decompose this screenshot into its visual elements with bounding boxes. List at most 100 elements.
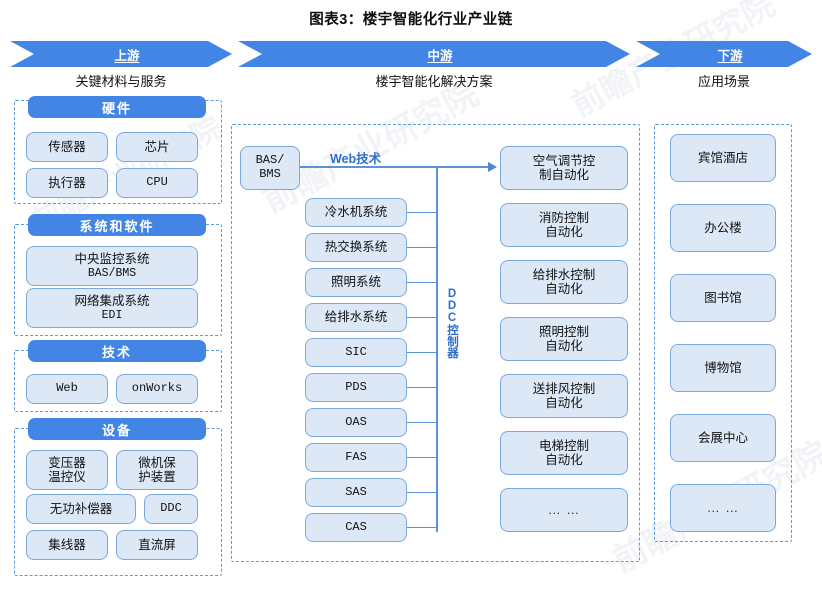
bus-vertical-ddc xyxy=(436,166,439,532)
output-label-line1: 给排水控制 xyxy=(532,267,596,282)
item-label: 图书馆 xyxy=(704,290,742,305)
connector-stub xyxy=(404,387,437,389)
upstream-item[interactable]: 网络集成系统 EDI xyxy=(26,288,198,328)
item-sublabel: 温控仪 xyxy=(48,470,86,484)
upstream-item[interactable]: 变压器 温控仪 xyxy=(26,450,108,490)
subsystem-label: OAS xyxy=(345,414,367,429)
output-label-line1: 空气调节控 xyxy=(532,153,596,168)
subsystem-label: 热交换系统 xyxy=(324,240,388,255)
stage-desc-downstream: 应用场景 xyxy=(697,73,750,89)
subsystem-label: 照明系统 xyxy=(330,275,381,290)
item-label: 执行器 xyxy=(48,175,86,190)
connector-stub xyxy=(404,457,437,459)
upstream-item[interactable]: 集线器 xyxy=(26,530,108,560)
upstream-item[interactable]: CPU xyxy=(116,168,198,198)
upstream-group-header-hardware: 硬件 xyxy=(28,96,206,118)
midstream-output[interactable]: 给排水控制 自动化 xyxy=(500,260,628,304)
item-label: onWorks xyxy=(131,381,183,396)
midstream-subsystem[interactable]: SIC xyxy=(305,338,407,367)
midstream-output[interactable]: 消防控制 自动化 xyxy=(500,203,628,247)
output-label-line2: 自动化 xyxy=(545,225,583,239)
output-label-line1: … … xyxy=(547,501,581,517)
output-label-line2: 自动化 xyxy=(545,453,583,467)
item-label: … … xyxy=(706,499,740,515)
subsystem-label: FAS xyxy=(345,449,367,464)
upstream-item[interactable]: onWorks xyxy=(116,374,198,404)
connector-stub xyxy=(404,492,437,494)
upstream-item[interactable]: 无功补偿器 xyxy=(26,494,136,524)
item-label: DDC xyxy=(160,501,182,516)
subsystem-label: 冷水机系统 xyxy=(324,205,388,220)
midstream-output[interactable]: 电梯控制 自动化 xyxy=(500,431,628,475)
upstream-item[interactable]: 执行器 xyxy=(26,168,108,198)
midstream-output[interactable]: 照明控制 自动化 xyxy=(500,317,628,361)
upstream-item[interactable]: 直流屏 xyxy=(116,530,198,560)
item-label: 传感器 xyxy=(48,139,86,154)
downstream-item[interactable]: 会展中心 xyxy=(670,414,776,462)
upstream-group-header-technology: 技术 xyxy=(28,340,206,362)
midstream-subsystem[interactable]: SAS xyxy=(305,478,407,507)
midstream-subsystem[interactable]: CAS xyxy=(305,513,407,542)
item-label: 芯片 xyxy=(144,139,170,154)
upstream-item[interactable]: 芯片 xyxy=(116,132,198,162)
stage-chevron-midstream[interactable]: 中游 xyxy=(238,41,630,67)
stage-label-upstream: 上游 xyxy=(114,48,140,63)
upstream-item[interactable]: 微机保 护装置 xyxy=(116,450,198,490)
downstream-item[interactable]: 图书馆 xyxy=(670,274,776,322)
connector-stub xyxy=(404,212,437,214)
downstream-item[interactable]: 博物馆 xyxy=(670,344,776,392)
midstream-subsystem[interactable]: 照明系统 xyxy=(305,268,407,297)
stage-chevron-upstream[interactable]: 上游 xyxy=(10,41,232,67)
output-label-line1: 电梯控制 xyxy=(538,438,589,453)
midstream-subsystem[interactable]: FAS xyxy=(305,443,407,472)
downstream-item-more[interactable]: … … xyxy=(670,484,776,532)
connector-stub xyxy=(404,527,437,529)
stage-chevron-downstream[interactable]: 下游 xyxy=(636,41,812,67)
downstream-item[interactable]: 宾馆酒店 xyxy=(670,134,776,182)
midstream-subsystem[interactable]: 热交换系统 xyxy=(305,233,407,262)
stage-desc-midstream: 楼宇智能化解决方案 xyxy=(375,73,493,89)
upstream-item[interactable]: Web xyxy=(26,374,108,404)
midstream-source-bas-bms[interactable]: BAS/ BMS xyxy=(240,146,300,190)
output-label-line2: 制自动化 xyxy=(538,168,589,182)
stage-desc-upstream: 关键材料与服务 xyxy=(75,73,167,89)
upstream-item[interactable]: 传感器 xyxy=(26,132,108,162)
bus-arrowhead-icon xyxy=(488,162,497,172)
item-label: 网络集成系统 xyxy=(74,294,150,309)
item-label: 微机保 xyxy=(138,455,176,470)
output-label-line2: 自动化 xyxy=(545,396,583,410)
item-label: 无功补偿器 xyxy=(49,501,113,516)
subsystem-label: PDS xyxy=(345,379,367,394)
connector-stub xyxy=(404,247,437,249)
subsystem-label: SAS xyxy=(345,484,367,499)
item-label: 宾馆酒店 xyxy=(697,150,748,165)
midstream-subsystem[interactable]: 冷水机系统 xyxy=(305,198,407,227)
downstream-item[interactable]: 办公楼 xyxy=(670,204,776,252)
connector-stub xyxy=(404,317,437,319)
output-label-line1: 消防控制 xyxy=(538,210,589,225)
upstream-item[interactable]: DDC xyxy=(144,494,198,524)
source-label-line2: BMS xyxy=(259,167,281,181)
midstream-subsystem[interactable]: OAS xyxy=(305,408,407,437)
subsystem-label: CAS xyxy=(345,519,367,534)
midstream-subsystem[interactable]: 给排水系统 xyxy=(305,303,407,332)
midstream-output[interactable]: 空气调节控 制自动化 xyxy=(500,146,628,190)
midstream-output[interactable]: 送排风控制 自动化 xyxy=(500,374,628,418)
connector-stub xyxy=(404,352,437,354)
item-label: 变压器 xyxy=(48,455,86,470)
source-label-line1: BAS/ xyxy=(255,153,285,168)
item-label: 办公楼 xyxy=(704,220,742,235)
upstream-group-header-systems: 系统和软件 xyxy=(28,214,206,236)
downstream-frame xyxy=(654,124,792,542)
stage-label-downstream: 下游 xyxy=(717,48,743,63)
output-label-line2: 自动化 xyxy=(545,282,583,296)
midstream-output-more[interactable]: … … xyxy=(500,488,628,532)
item-label: 中央监控系统 xyxy=(74,252,150,267)
upstream-item[interactable]: 中央监控系统 BAS/BMS xyxy=(26,246,198,286)
midstream-subsystem[interactable]: PDS xyxy=(305,373,407,402)
connector-stub xyxy=(404,282,437,284)
page-title: 图表3：楼宇智能化行业产业链 xyxy=(309,12,513,28)
bus-label-web: Web技术 xyxy=(330,152,382,166)
output-label-line2: 自动化 xyxy=(545,339,583,353)
item-label: Web xyxy=(56,381,78,396)
